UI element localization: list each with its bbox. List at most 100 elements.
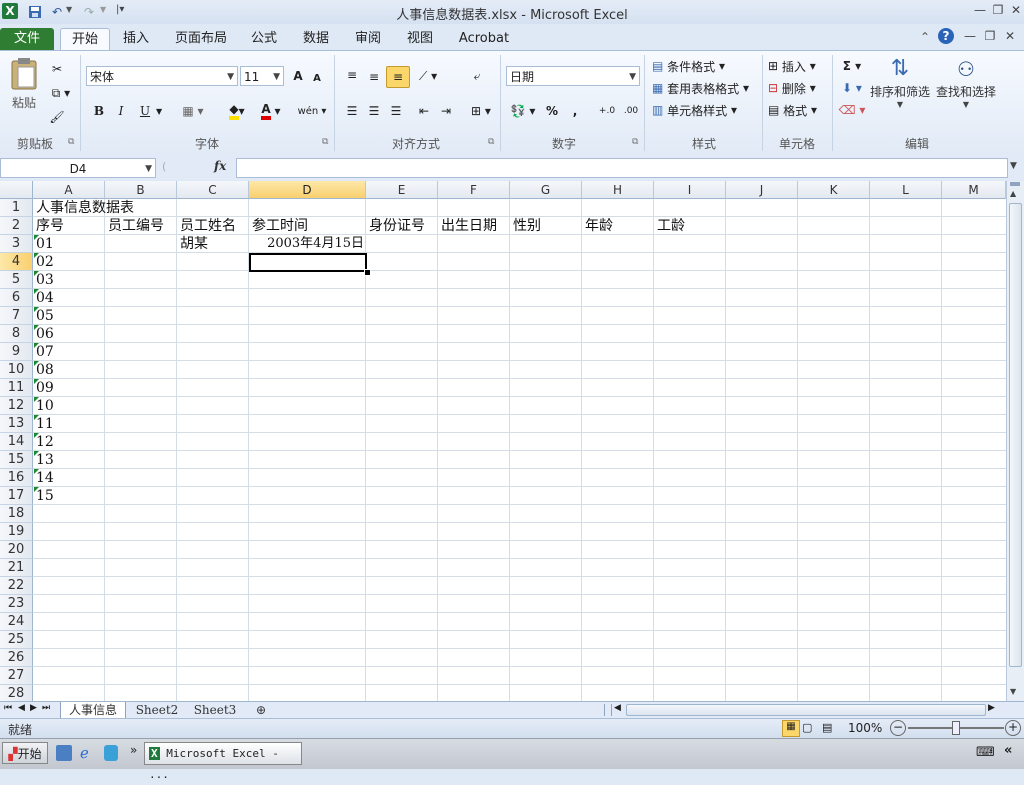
quicklaunch-icon-3[interactable] — [104, 745, 118, 761]
row-header-16[interactable]: 16 — [0, 469, 33, 487]
tray-expand-icon[interactable]: « — [1004, 743, 1012, 758]
clipboard-launcher-icon[interactable]: ⧉ — [68, 137, 74, 147]
ribbon-collapse-icon[interactable]: ⌃ — [920, 30, 930, 44]
row-header-10[interactable]: 10 — [0, 361, 33, 379]
cell-styles-button[interactable]: ▥ 单元格样式 ▾ — [652, 100, 746, 120]
row-header-11[interactable]: 11 — [0, 379, 33, 397]
row-header-6[interactable]: 6 — [0, 289, 33, 307]
copy-icon[interactable]: ⧉ ▾ — [48, 83, 74, 103]
row-header-14[interactable]: 14 — [0, 433, 33, 451]
row-header-5[interactable]: 5 — [0, 271, 33, 289]
delete-cells-button[interactable]: ⊟ 删除 ▾ — [768, 78, 824, 98]
scroll-down-icon[interactable]: ▼ — [1010, 687, 1016, 696]
increase-indent-icon[interactable]: ⇥ — [436, 101, 456, 121]
start-button[interactable]: ▞开始 — [2, 742, 48, 764]
currency-icon[interactable]: 💱 ▾ — [508, 101, 538, 121]
sheet-tab-personnel[interactable]: 人事信息 — [60, 702, 126, 719]
header-cell-1[interactable]: 序号 — [36, 217, 64, 235]
split-box-icon[interactable] — [1010, 182, 1020, 186]
column-header-i[interactable]: I — [654, 181, 726, 199]
fill-button[interactable]: ⬇ ▾ — [838, 78, 866, 98]
column-header-b[interactable]: B — [105, 181, 177, 199]
underline-dropdown-icon[interactable]: ▼ — [156, 107, 162, 116]
column-header-h[interactable]: H — [582, 181, 654, 199]
align-top-icon[interactable]: ≡ — [342, 65, 362, 85]
decrease-decimal-button[interactable]: .00 — [620, 101, 642, 121]
zoom-out-icon[interactable]: − — [890, 720, 906, 736]
borders-icon[interactable]: ▦ ▾ — [178, 101, 208, 121]
autosum-button[interactable]: Σ ▾ — [838, 56, 866, 76]
font-launcher-icon[interactable]: ⧉ — [322, 137, 328, 147]
next-sheet-icon[interactable]: ▶ — [30, 703, 37, 713]
last-sheet-icon[interactable]: ⏭ — [42, 703, 50, 713]
sheet-tab-sheet3[interactable]: Sheet3 — [188, 702, 242, 718]
row-header-9[interactable]: 9 — [0, 343, 33, 361]
zoom-in-icon[interactable]: + — [1005, 720, 1021, 736]
formula-divider-icon[interactable]: ( — [162, 160, 212, 176]
tab-view[interactable]: 视图 — [400, 28, 440, 50]
vertical-scroll-thumb[interactable] — [1009, 203, 1022, 667]
doc-close-icon[interactable]: ✕ — [1000, 29, 1020, 45]
tab-insert[interactable]: 插入 — [114, 28, 158, 50]
column-header-d[interactable]: D — [249, 181, 366, 199]
page-break-view-icon[interactable]: ▤ — [822, 721, 832, 734]
doc-minimize-icon[interactable]: — — [960, 29, 980, 45]
cut-icon[interactable]: ✂ — [48, 59, 66, 79]
row-header-12[interactable]: 12 — [0, 397, 33, 415]
cell-c3-name[interactable]: 胡某 — [180, 235, 208, 253]
column-header-a[interactable]: A — [33, 181, 105, 199]
alignment-launcher-icon[interactable]: ⧉ — [488, 137, 494, 147]
scroll-left-icon[interactable]: ◀ — [614, 703, 621, 713]
taskbar-excel-button[interactable]: X Microsoft Excel - ... — [144, 742, 302, 781]
merge-center-icon[interactable]: ⊞ ▾ — [466, 101, 496, 121]
row-header-28[interactable]: 28 — [0, 685, 33, 701]
header-cell-2[interactable]: 员工编号 — [108, 217, 164, 235]
column-header-m[interactable]: M — [942, 181, 1006, 199]
italic-button[interactable]: I — [112, 101, 130, 121]
tab-page-layout[interactable]: 页面布局 — [170, 28, 232, 50]
doc-restore-icon[interactable]: ❐ — [980, 29, 1000, 45]
tab-acrobat[interactable]: Acrobat — [452, 28, 516, 50]
ie-icon[interactable]: ℯ — [80, 744, 89, 762]
column-header-j[interactable]: J — [726, 181, 798, 199]
bold-button[interactable]: B — [90, 101, 108, 121]
shrink-font-button[interactable]: A — [310, 68, 324, 88]
page-layout-view-icon[interactable]: ▢ — [802, 721, 812, 734]
restore-icon[interactable]: ❐ — [988, 3, 1008, 19]
sheet-tab-sheet2[interactable]: Sheet2 — [130, 702, 184, 718]
minimize-icon[interactable]: — — [970, 3, 990, 19]
font-size-combo[interactable]: 11 ▼ — [240, 66, 284, 86]
header-cell-6[interactable]: 出生日期 — [441, 217, 497, 235]
active-cell-selection[interactable] — [249, 253, 367, 272]
align-bottom-icon[interactable]: ≡ — [386, 66, 410, 88]
horizontal-scroll-thumb[interactable] — [626, 704, 986, 716]
clear-button[interactable]: ⌫ ▾ — [838, 100, 866, 120]
row-header-4[interactable]: 4 — [0, 253, 33, 271]
increase-decimal-button[interactable]: +.0 — [596, 101, 618, 121]
header-cell-3[interactable]: 员工姓名 — [180, 217, 236, 235]
decrease-indent-icon[interactable]: ⇤ — [414, 101, 434, 121]
row-header-2[interactable]: 2 — [0, 217, 33, 235]
prev-sheet-icon[interactable]: ◀ — [18, 703, 25, 713]
row-header-7[interactable]: 7 — [0, 307, 33, 325]
row-header-21[interactable]: 21 — [0, 559, 33, 577]
header-cell-9[interactable]: 工龄 — [657, 217, 685, 235]
header-cell-7[interactable]: 性别 — [513, 217, 541, 235]
font-color-icon[interactable]: A ▾ — [256, 101, 286, 121]
quicklaunch-icon-1[interactable] — [56, 745, 72, 761]
vertical-scrollbar[interactable]: ▲ ▼ — [1006, 181, 1024, 701]
cell-d3-date[interactable]: 2003年4月15日 — [252, 235, 364, 253]
align-center-icon[interactable]: ☰ — [364, 101, 384, 121]
fill-handle[interactable] — [364, 269, 371, 276]
row-header-20[interactable]: 20 — [0, 541, 33, 559]
tab-review[interactable]: 审阅 — [348, 28, 388, 50]
row-header-8[interactable]: 8 — [0, 325, 33, 343]
row-header-3[interactable]: 3 — [0, 235, 33, 253]
tab-home[interactable]: 开始 — [60, 28, 110, 51]
expand-formula-icon[interactable]: ▼ — [1010, 161, 1017, 171]
scroll-right-icon[interactable]: ▶ — [988, 703, 995, 713]
column-header-f[interactable]: F — [438, 181, 510, 199]
zoom-level[interactable]: 100% — [848, 721, 882, 735]
normal-view-icon[interactable]: ▦ — [782, 720, 800, 737]
paste-button[interactable]: 粘贴 — [6, 57, 42, 117]
